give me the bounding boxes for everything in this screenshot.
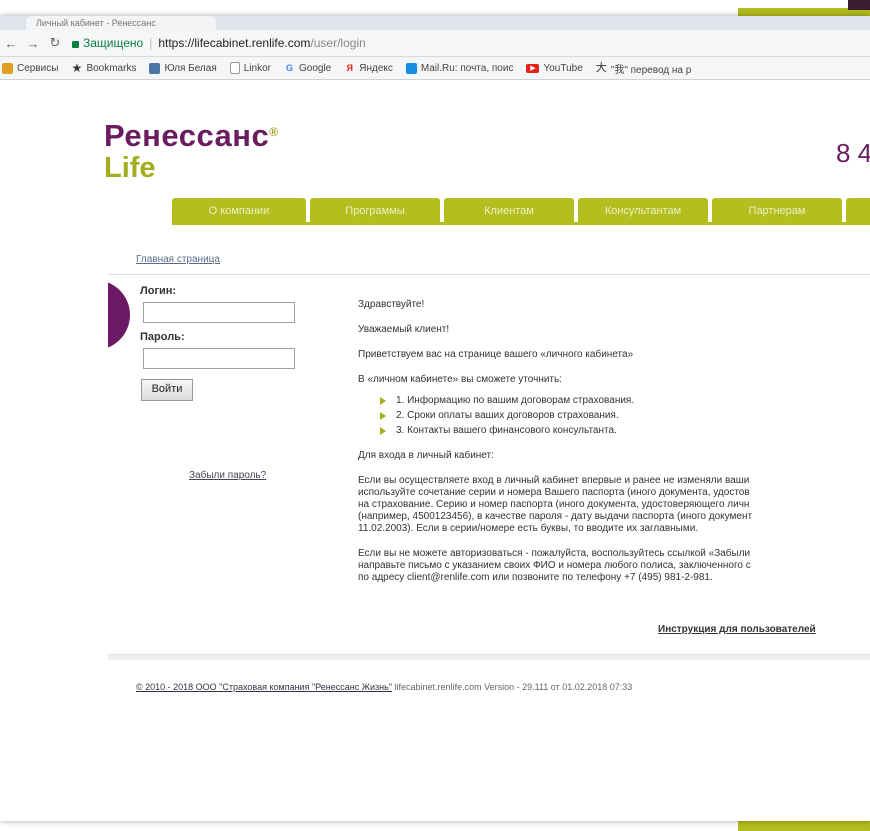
- menu-item-partners[interactable]: Партнерам: [712, 198, 842, 222]
- bookmark-label: Google: [299, 62, 332, 74]
- bookmark-item[interactable]: ▶ YouTube: [526, 62, 583, 74]
- url-host: https://lifecabinet.renlife.com: [158, 36, 311, 50]
- greeting-text: Здравствуйте!: [358, 299, 425, 310]
- bookmark-label: Яндекс: [359, 62, 393, 74]
- page-icon: [229, 62, 240, 74]
- menu-item-consultants[interactable]: Консультантам: [578, 198, 708, 222]
- instructions-paragraph-1: Если вы осуществляете вход в личный каби…: [358, 475, 753, 534]
- forgot-password-link[interactable]: Забыли пароль?: [189, 470, 266, 481]
- site-logo[interactable]: Ренессанс® Life: [104, 118, 279, 185]
- list-item: 3. Контакты вашего финансового консульта…: [380, 425, 870, 437]
- footer: © 2010 - 2018 ООО "Страховая компания "Р…: [136, 682, 632, 692]
- bookmarks-bar: Сервисы ★ Bookmarks Юля Белая Linkor G Goo…: [0, 57, 870, 80]
- decorative-purple-shape: [108, 280, 130, 350]
- vk-icon: [149, 62, 161, 74]
- welcome-content: Здравствуйте! Уважаемый клиент! Приветст…: [358, 299, 870, 597]
- features-list: 1. Информацию по вашим договорам страхов…: [380, 395, 870, 437]
- login-form: Логин: Пароль: Войти Забыли пароль?: [140, 285, 295, 481]
- dear-client-text: Уважаемый клиент!: [358, 324, 450, 335]
- bookmark-item[interactable]: G Google: [284, 63, 331, 74]
- welcome-text: Приветствуем вас на странице вашего «лич…: [358, 349, 634, 360]
- bullet-arrow-icon: [380, 427, 386, 435]
- breadcrumb[interactable]: Главная страница: [136, 254, 220, 265]
- list-item: 1. Информацию по вашим договорам страхов…: [380, 395, 870, 407]
- decorative-frame-corner: [848, 0, 870, 10]
- menu-item-more[interactable]: [846, 198, 870, 222]
- url-separator: |: [149, 36, 153, 50]
- bookmark-item[interactable]: Я Яндекс: [344, 63, 393, 74]
- bookmark-item[interactable]: Сервисы: [2, 62, 59, 74]
- dictionary-icon: 大: [595, 61, 607, 74]
- google-icon: G: [285, 62, 293, 73]
- bookmark-item[interactable]: Linkor: [229, 62, 271, 74]
- forward-icon[interactable]: →: [22, 36, 44, 51]
- bookmark-label: Bookmarks: [86, 62, 137, 74]
- url-field[interactable]: Защищено | https://lifecabinet.renlife.c…: [72, 34, 870, 52]
- yandex-icon: Я: [346, 62, 353, 73]
- logo-line2: Life: [104, 152, 156, 184]
- browser-window: Личный кабинет - Ренессанс ← → ↻ Защищен…: [0, 16, 870, 821]
- bookmark-label: Юля Белая: [164, 62, 217, 74]
- youtube-icon: ▶: [526, 63, 540, 73]
- login-input[interactable]: [143, 302, 295, 323]
- bookmark-item[interactable]: 大 "我" перевод на р: [596, 61, 692, 76]
- bookmark-label: YouTube: [543, 62, 583, 74]
- copyright-link[interactable]: © 2010 - 2018 ООО "Страховая компания "Р…: [136, 682, 392, 692]
- logo-registered-mark: ®: [269, 125, 279, 139]
- menu-item-programs[interactable]: Программы: [310, 198, 440, 222]
- lock-icon: [72, 40, 79, 48]
- menu-item-clients[interactable]: Клиентам: [444, 198, 574, 222]
- bookmark-label: Сервисы: [17, 62, 59, 74]
- login-button[interactable]: Войти: [141, 379, 193, 401]
- divider: [108, 274, 870, 275]
- reload-icon[interactable]: ↻: [44, 35, 66, 51]
- footer-divider: [108, 654, 870, 660]
- bullet-arrow-icon: [380, 397, 386, 405]
- password-label: Пароль:: [140, 331, 185, 343]
- footer-version-text: lifecabinet.renlife.com Version - 29.111…: [392, 682, 633, 692]
- instructions-paragraph-2: Если вы не можете авторизоваться - пожал…: [358, 548, 751, 583]
- secure-indicator[interactable]: Защищено: [72, 36, 143, 50]
- bookmark-item[interactable]: ★ Bookmarks: [71, 60, 137, 75]
- apps-icon: [2, 62, 13, 74]
- enter-title: Для входа в личный кабинет:: [358, 450, 494, 461]
- secure-label: Защищено: [83, 36, 144, 50]
- address-bar: ← → ↻ Защищено | https://lifecabinet.ren…: [0, 30, 870, 57]
- you-can-text: В «личном кабинете» вы сможете уточнить:: [358, 374, 562, 385]
- list-item: 2. Сроки оплаты ваших договоров страхова…: [380, 410, 870, 422]
- mailru-icon: [405, 62, 417, 74]
- web-page: Ренессанс® Life 8 4 О компании Программы…: [0, 80, 870, 821]
- menu-underline: [172, 222, 870, 225]
- login-label: Логин:: [140, 285, 177, 297]
- bookmark-label: "我" перевод на р: [610, 64, 692, 76]
- bookmark-label: Linkor: [243, 62, 271, 74]
- logo-line1: Ренессанс: [104, 118, 270, 153]
- tab-strip: Личный кабинет - Ренессанс: [0, 16, 870, 30]
- bookmark-label: Mail.Ru: почта, поис: [420, 62, 514, 74]
- star-icon: ★: [71, 60, 83, 75]
- back-icon[interactable]: ←: [0, 36, 22, 51]
- url-path: /user/login: [310, 36, 366, 50]
- password-input[interactable]: [143, 348, 295, 369]
- phone-number: 8 4: [836, 138, 870, 168]
- bookmark-item[interactable]: Юля Белая: [149, 62, 217, 74]
- user-instructions-link[interactable]: Инструкция для пользователей: [658, 624, 816, 635]
- main-menu: О компании Программы Клиентам Консультан…: [172, 198, 870, 222]
- browser-tab[interactable]: Личный кабинет - Ренессанс: [26, 16, 216, 30]
- bookmark-item[interactable]: Mail.Ru: почта, поис: [405, 62, 514, 74]
- bullet-arrow-icon: [380, 412, 386, 420]
- menu-item-company[interactable]: О компании: [172, 198, 306, 222]
